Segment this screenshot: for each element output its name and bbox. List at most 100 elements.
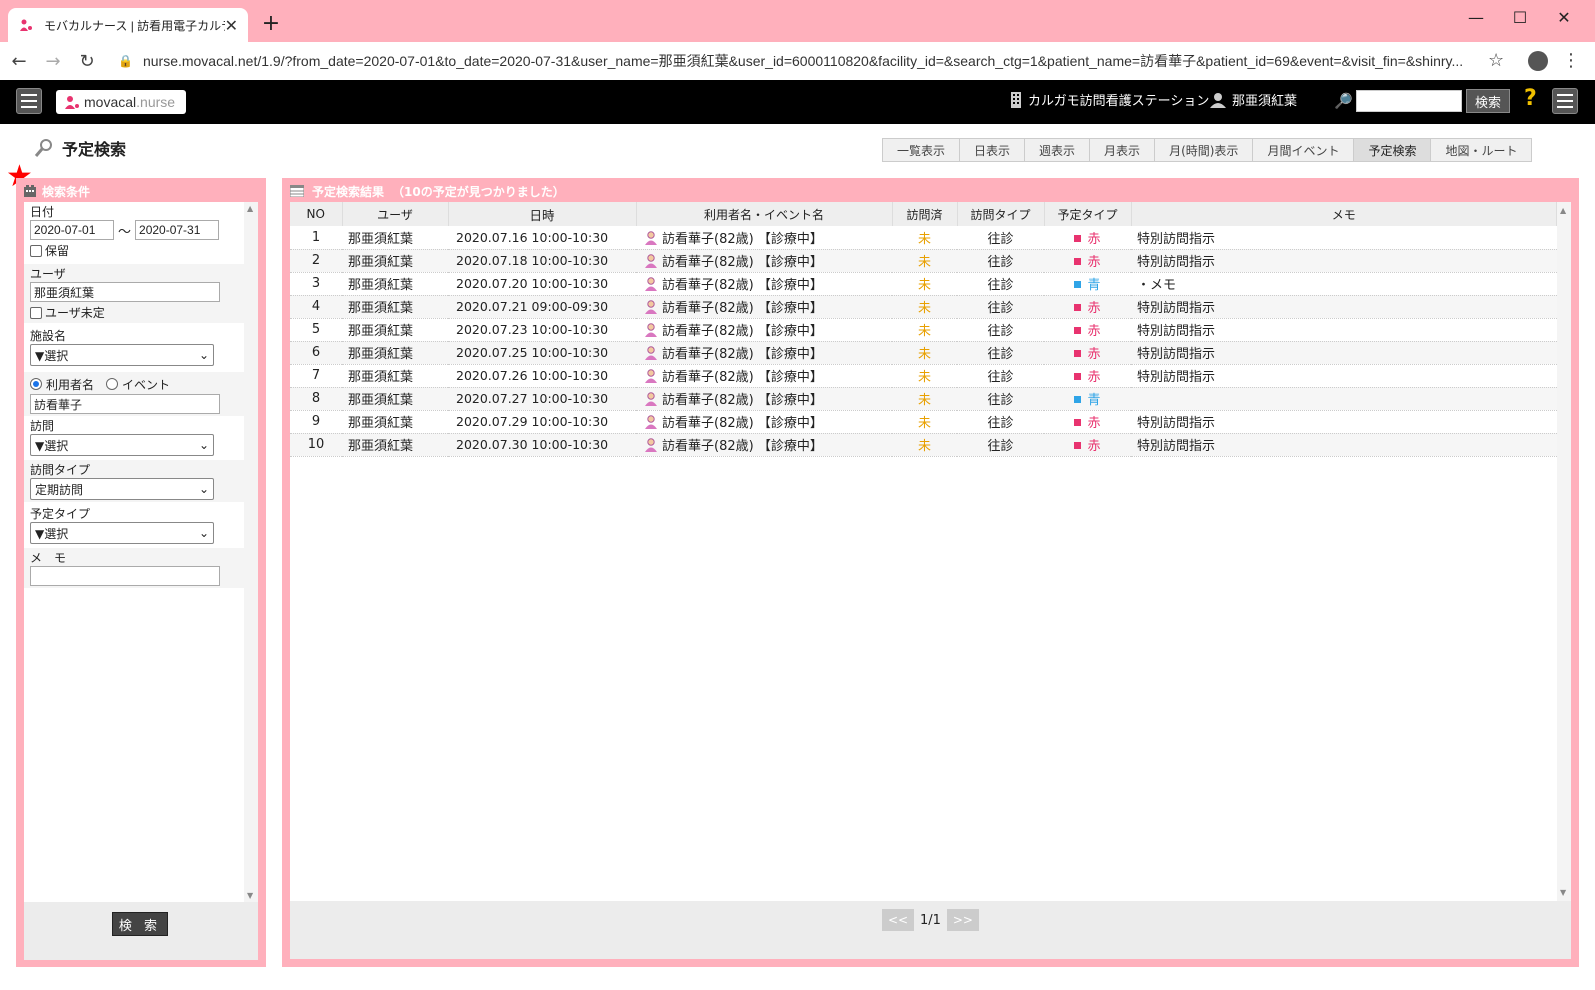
- table-row[interactable]: 1 那亜須紅葉 2020.07.16 10:00-10:30 訪看華子(82歳) 【診…: [290, 226, 1557, 250]
- schedule-type-label: 赤: [1087, 255, 1101, 270]
- account-icon[interactable]: [1528, 51, 1548, 71]
- col-visited[interactable]: 訪問済: [892, 202, 958, 226]
- user-unset-checkbox-box[interactable]: [30, 306, 42, 319]
- cell-datetime[interactable]: 2020.07.21 09:00-09:30: [448, 295, 636, 319]
- table-row[interactable]: 5 那亜須紅葉 2020.07.23 10:00-10:30 訪看華子(82歳) 【診…: [290, 318, 1557, 342]
- cell-user: 那亜須紅葉: [342, 433, 448, 457]
- col-schedule-type[interactable]: 予定タイプ: [1044, 202, 1132, 226]
- tab-list-view[interactable]: 一覧表示: [882, 138, 960, 162]
- cell-patient[interactable]: 訪看華子(82歳) 【診療中】: [636, 318, 892, 342]
- table-row[interactable]: 2 那亜須紅葉 2020.07.18 10:00-10:30 訪看華子(82歳) 【診…: [290, 249, 1557, 273]
- cell-visited: 未: [892, 410, 957, 434]
- visit-type-label: 訪問タイプ: [30, 463, 91, 477]
- scroll-down-icon[interactable]: ▼: [1560, 888, 1566, 897]
- main-menu-icon[interactable]: [1552, 88, 1578, 114]
- table-row[interactable]: 9 那亜須紅葉 2020.07.29 10:00-10:30 訪看華子(82歳) 【診…: [290, 410, 1557, 434]
- cell-patient[interactable]: 訪看華子(82歳) 【診療中】: [636, 249, 892, 273]
- url-field[interactable]: 🔒 nurse.movacal.net/1.9/?from_date=2020-…: [118, 48, 1518, 74]
- cell-datetime[interactable]: 2020.07.27 10:00-10:30: [448, 387, 636, 411]
- to-date-input[interactable]: 2020-07-31: [135, 220, 220, 240]
- memo-block: メ モ: [24, 548, 244, 588]
- user-unset-checkbox[interactable]: ユーザ未定: [30, 304, 238, 321]
- close-tab-icon[interactable]: ✕: [225, 16, 238, 35]
- schedule-color-swatch: [1074, 234, 1082, 242]
- cell-datetime[interactable]: 2020.07.20 10:00-10:30: [448, 272, 636, 296]
- cell-patient[interactable]: 訪看華子(82歳) 【診療中】: [636, 387, 892, 411]
- reload-icon[interactable]: ↻: [72, 46, 102, 76]
- schedule-type-label: 予定タイプ: [30, 507, 91, 521]
- visit-select[interactable]: ▼選択 ⌄: [30, 434, 214, 456]
- cell-patient[interactable]: 訪看華子(82歳) 【診療中】: [636, 341, 892, 365]
- visit-type-select[interactable]: 定期訪問 ⌄: [30, 478, 214, 500]
- cell-patient[interactable]: 訪看華子(82歳) 【診療中】: [636, 433, 892, 457]
- memo-input[interactable]: [30, 566, 220, 586]
- table-row[interactable]: 7 那亜須紅葉 2020.07.26 10:00-10:30 訪看華子(82歳) 【診…: [290, 364, 1557, 388]
- cell-patient[interactable]: 訪看華子(82歳) 【診療中】: [636, 364, 892, 388]
- results-scrollbar[interactable]: ▲ ▼: [1557, 202, 1571, 901]
- scroll-up-icon[interactable]: ▲: [247, 204, 253, 213]
- patient-icon: [645, 415, 657, 429]
- header-search-input[interactable]: [1356, 90, 1462, 112]
- filter-scrollbar[interactable]: ▲ ▼: [244, 202, 258, 902]
- patient-input[interactable]: 訪看華子: [30, 394, 220, 414]
- col-no[interactable]: NO: [290, 202, 343, 226]
- back-icon[interactable]: ←: [4, 46, 34, 76]
- browser-tab[interactable]: モバカルナース | 訪看用電子カルテ ✕: [8, 8, 248, 42]
- cell-datetime[interactable]: 2020.07.16 10:00-10:30: [448, 226, 636, 250]
- user-input[interactable]: 那亜須紅葉: [30, 282, 220, 302]
- current-user[interactable]: 那亜須紅葉: [1210, 90, 1297, 109]
- cell-datetime[interactable]: 2020.07.30 10:00-10:30: [448, 433, 636, 457]
- cell-datetime[interactable]: 2020.07.25 10:00-10:30: [448, 341, 636, 365]
- app-header: movacal .nurse カルガモ訪問看護ステーション 那亜須紅葉 🔎 検索 …: [0, 80, 1595, 124]
- tab-month-view[interactable]: 月表示: [1089, 138, 1155, 162]
- new-tab-icon[interactable]: +: [258, 10, 284, 36]
- cell-patient[interactable]: 訪看華子(82歳) 【診療中】: [636, 272, 892, 296]
- tab-month-time-view[interactable]: 月(時間)表示: [1154, 138, 1253, 162]
- app-logo[interactable]: movacal .nurse: [56, 90, 186, 114]
- radio-event[interactable]: [106, 378, 119, 390]
- col-memo[interactable]: メモ: [1131, 202, 1557, 226]
- forward-icon[interactable]: →: [38, 46, 68, 76]
- cell-datetime[interactable]: 2020.07.23 10:00-10:30: [448, 318, 636, 342]
- radio-patient[interactable]: [30, 378, 42, 390]
- from-date-input[interactable]: 2020-07-01: [30, 220, 114, 240]
- header-search-button[interactable]: 検索: [1466, 89, 1510, 113]
- search-button[interactable]: 検 索: [112, 912, 168, 936]
- table-row[interactable]: 10 那亜須紅葉 2020.07.30 10:00-10:30 訪看華子(82歳) 【…: [290, 433, 1557, 457]
- next-page-button[interactable]: >>: [946, 909, 979, 931]
- tab-day-view[interactable]: 日表示: [959, 138, 1025, 162]
- window-close-icon[interactable]: ✕: [1544, 4, 1584, 30]
- cell-datetime[interactable]: 2020.07.18 10:00-10:30: [448, 249, 636, 273]
- hold-checkbox[interactable]: 保留: [30, 242, 238, 259]
- table-row[interactable]: 8 那亜須紅葉 2020.07.27 10:00-10:30 訪看華子(82歳) 【診…: [290, 387, 1557, 411]
- side-menu-icon[interactable]: [16, 88, 42, 114]
- browser-menu-icon[interactable]: ⋮: [1562, 50, 1580, 71]
- bookmark-star-icon[interactable]: ☆: [1488, 50, 1504, 71]
- col-datetime[interactable]: 日時: [448, 202, 637, 226]
- prev-page-button[interactable]: <<: [882, 909, 914, 931]
- cell-patient[interactable]: 訪看華子(82歳) 【診療中】: [636, 226, 892, 250]
- table-row[interactable]: 3 那亜須紅葉 2020.07.20 10:00-10:30 訪看華子(82歳) 【診…: [290, 272, 1557, 296]
- table-row[interactable]: 4 那亜須紅葉 2020.07.21 09:00-09:30 訪看華子(82歳) 【診…: [290, 295, 1557, 319]
- hold-checkbox-box[interactable]: [30, 244, 42, 257]
- cell-patient[interactable]: 訪看華子(82歳) 【診療中】: [636, 410, 892, 434]
- table-row[interactable]: 6 那亜須紅葉 2020.07.25 10:00-10:30 訪看華子(82歳) 【診…: [290, 341, 1557, 365]
- tab-monthly-events[interactable]: 月間イベント: [1252, 138, 1354, 162]
- cell-visited: 未: [892, 387, 957, 411]
- tab-map-route[interactable]: 地図・ルート: [1430, 138, 1533, 162]
- scroll-up-icon[interactable]: ▲: [1560, 206, 1566, 215]
- help-icon[interactable]: ?: [1524, 86, 1537, 111]
- col-visit-type[interactable]: 訪問タイプ: [957, 202, 1045, 226]
- col-user[interactable]: ユーザ: [342, 202, 449, 226]
- cell-datetime[interactable]: 2020.07.29 10:00-10:30: [448, 410, 636, 434]
- maximize-icon[interactable]: ☐: [1500, 4, 1540, 30]
- facility-select[interactable]: ▼選択 ⌄: [30, 344, 214, 366]
- cell-patient[interactable]: 訪看華子(82歳) 【診療中】: [636, 295, 892, 319]
- tab-schedule-search[interactable]: 予定検索: [1353, 138, 1431, 162]
- tab-week-view[interactable]: 週表示: [1024, 138, 1090, 162]
- cell-datetime[interactable]: 2020.07.26 10:00-10:30: [448, 364, 636, 388]
- schedule-type-select[interactable]: ▼選択 ⌄: [30, 522, 214, 544]
- minimize-icon[interactable]: —: [1456, 4, 1496, 30]
- col-patient[interactable]: 利用者名・イベント名: [636, 202, 893, 226]
- scroll-down-icon[interactable]: ▼: [247, 891, 253, 900]
